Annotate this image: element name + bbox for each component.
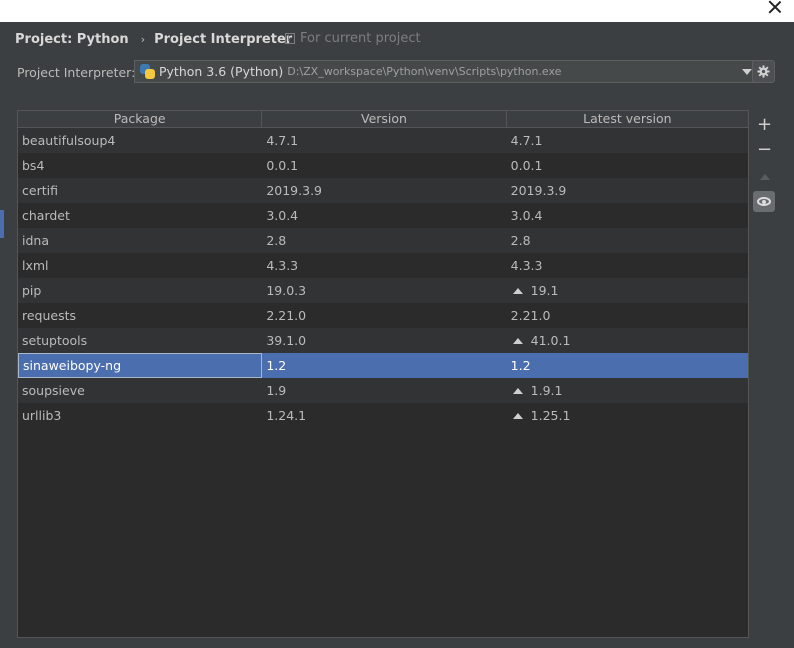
table-row[interactable]: requests 2.21.0 2.21.0 — [18, 303, 748, 328]
latest-version-label: 0.0.1 — [510, 158, 543, 173]
latest-version-cell: 2.21.0 — [507, 303, 748, 328]
latest-version-cell: 2019.3.9 — [507, 178, 748, 203]
upgrade-available-icon — [512, 338, 523, 344]
packages-toolbar: + − — [752, 110, 777, 638]
table-row[interactable]: lxml 4.3.3 4.3.3 — [18, 253, 748, 278]
table-row[interactable]: bs4 0.0.1 0.0.1 — [18, 153, 748, 178]
table-row[interactable]: soupsieve 1.9 1.9.1 — [18, 378, 748, 403]
package-name-cell: soupsieve — [22, 383, 85, 398]
upgrade-available-icon — [512, 413, 523, 419]
upgrade-package-button[interactable] — [752, 164, 777, 189]
scope-hint: For current project — [285, 31, 421, 46]
scope-label: For current project — [300, 31, 421, 46]
table-row[interactable]: pip 19.0.3 19.1 — [18, 278, 748, 303]
package-name-cell: idna — [22, 233, 49, 248]
window-titlebar — [0, 0, 794, 22]
latest-version-label: 1.2 — [510, 358, 531, 373]
table-row[interactable]: chardet 3.0.4 3.0.4 — [18, 203, 748, 228]
show-early-releases-toggle[interactable] — [753, 191, 775, 212]
copy-icon — [285, 33, 295, 44]
table-row[interactable]: certifi 2019.3.9 2019.3.9 — [18, 178, 748, 203]
latest-version-label: 2.8 — [510, 233, 531, 248]
version-cell: 1.2 — [266, 358, 287, 373]
install-package-button[interactable]: + — [752, 112, 777, 137]
interpreter-settings-button[interactable] — [752, 60, 775, 83]
column-header-package[interactable]: Package — [18, 111, 263, 127]
package-name-cell: pip — [22, 283, 42, 298]
interpreter-row: Project Interpreter: Python 3.6 (Python)… — [17, 60, 777, 84]
version-cell: 2.21.0 — [266, 308, 307, 323]
breadcrumb: Project: Python › Project Interpreter — [15, 30, 292, 48]
package-name-cell: requests — [22, 308, 77, 323]
version-cell: 2019.3.9 — [266, 183, 322, 198]
latest-version-cell: 4.7.1 — [507, 128, 748, 153]
uninstall-package-button[interactable]: − — [752, 137, 777, 162]
settings-tree-selection-marker — [0, 210, 4, 238]
interpreter-name: Python 3.6 (Python) — [159, 64, 284, 79]
column-header-latest-version[interactable]: Latest version — [507, 111, 748, 127]
table-body: beautifulsoup4 4.7.1 4.7.1 bs4 0.0.1 0.0.1 cer… — [18, 128, 748, 428]
upgrade-available-icon — [512, 388, 523, 394]
latest-version-label: 1.9.1 — [530, 383, 563, 398]
latest-version-cell: 19.1 — [507, 278, 748, 303]
plus-icon: + — [756, 114, 773, 135]
breadcrumb-page: Project Interpreter — [154, 31, 293, 47]
package-name-cell: chardet — [22, 208, 70, 223]
version-cell: 0.0.1 — [266, 158, 299, 173]
interpreter-label: Project Interpreter: — [17, 65, 136, 80]
latest-version-label: 2.21.0 — [510, 308, 551, 323]
latest-version-label: 1.25.1 — [530, 408, 571, 423]
latest-version-label: 19.1 — [530, 283, 559, 298]
close-icon[interactable] — [768, 0, 782, 14]
latest-version-cell: 0.0.1 — [507, 153, 748, 178]
eye-icon — [757, 197, 771, 206]
breadcrumb-separator: › — [140, 32, 146, 46]
version-cell: 1.24.1 — [266, 408, 307, 423]
latest-version-cell: 4.3.3 — [507, 253, 748, 278]
package-name-cell: bs4 — [22, 158, 45, 173]
gear-icon — [757, 65, 770, 78]
latest-version-cell: 1.2 — [507, 353, 748, 378]
table-header: Package Version Latest version — [18, 111, 748, 128]
packages-table: Package Version Latest version beautiful… — [17, 110, 749, 638]
version-cell: 19.0.3 — [266, 283, 307, 298]
python-icon — [140, 64, 155, 79]
version-cell: 4.3.3 — [266, 258, 299, 273]
latest-version-label: 3.0.4 — [510, 208, 543, 223]
latest-version-label: 4.3.3 — [510, 258, 543, 273]
package-name-cell: sinaweibopy-ng — [18, 353, 263, 378]
latest-version-label: 41.0.1 — [530, 333, 571, 348]
upgrade-arrow-icon — [759, 173, 770, 180]
latest-version-cell: 3.0.4 — [507, 203, 748, 228]
upgrade-available-icon — [512, 288, 523, 294]
latest-version-cell: 1.9.1 — [507, 378, 748, 403]
package-name-cell: lxml — [22, 258, 49, 273]
latest-version-label: 2019.3.9 — [510, 183, 567, 198]
table-row[interactable]: urllib3 1.24.1 1.25.1 — [18, 403, 748, 428]
package-name-cell: certifi — [22, 183, 58, 198]
package-name-cell: beautifulsoup4 — [22, 133, 116, 148]
interpreter-select[interactable]: Python 3.6 (Python) D:\ZX_workspace\Pyth… — [134, 60, 759, 83]
version-cell: 2.8 — [266, 233, 287, 248]
version-cell: 1.9 — [266, 383, 287, 398]
minus-icon: − — [756, 139, 773, 160]
latest-version-cell: 1.25.1 — [507, 403, 748, 428]
version-cell: 39.1.0 — [266, 333, 307, 348]
latest-version-label: 4.7.1 — [510, 133, 543, 148]
chevron-down-icon[interactable] — [742, 69, 752, 75]
table-row[interactable]: beautifulsoup4 4.7.1 4.7.1 — [18, 128, 748, 153]
package-name-cell: urllib3 — [22, 408, 62, 423]
interpreter-path: D:\ZX_workspace\Python\venv\Scripts\pyth… — [287, 65, 562, 78]
package-name-cell: setuptools — [22, 333, 88, 348]
version-cell: 3.0.4 — [266, 208, 299, 223]
breadcrumb-project[interactable]: Project: Python — [15, 32, 129, 47]
table-row[interactable]: setuptools 39.1.0 41.0.1 — [18, 328, 748, 353]
table-row[interactable]: sinaweibopy-ng 1.2 1.2 — [18, 353, 748, 378]
column-header-version[interactable]: Version — [262, 111, 507, 127]
table-row[interactable]: idna 2.8 2.8 — [18, 228, 748, 253]
latest-version-cell: 41.0.1 — [507, 328, 748, 353]
latest-version-cell: 2.8 — [507, 228, 748, 253]
version-cell: 4.7.1 — [266, 133, 299, 148]
